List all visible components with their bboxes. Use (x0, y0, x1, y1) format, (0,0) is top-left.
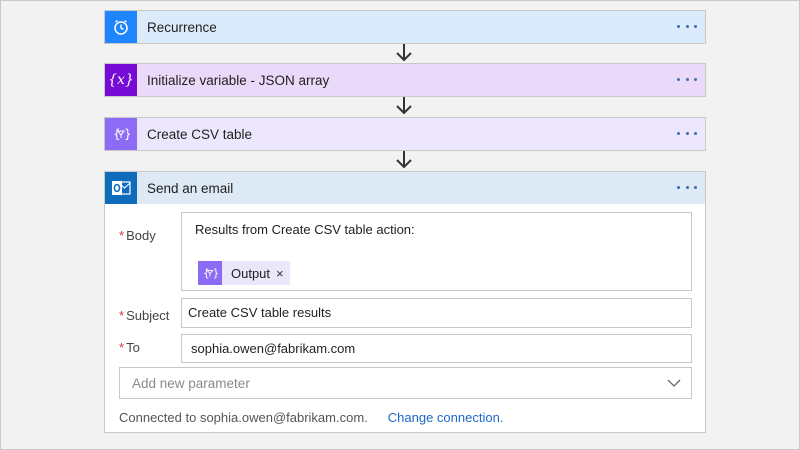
token-label: Output (231, 265, 271, 281)
step-send-email-header[interactable]: Send an email (105, 172, 705, 204)
required-marker: * (119, 228, 125, 243)
more-options-icon[interactable] (677, 18, 697, 34)
step-initialize-variable-header[interactable]: {x} Initialize variable - JSON array (105, 64, 705, 96)
svg-text:{: { (203, 268, 210, 280)
to-field[interactable]: sophia.owen@fabrikam.com (181, 334, 692, 363)
step-recurrence-header[interactable]: Recurrence (105, 11, 705, 43)
step-title: Recurrence (147, 19, 217, 35)
connection-info: Connected to sophia.owen@fabrikam.com. Ch… (119, 410, 503, 425)
body-text: Results from Create CSV table action: (195, 222, 415, 237)
add-parameter-placeholder: Add new parameter (132, 375, 250, 391)
more-options-icon[interactable] (677, 179, 697, 195)
variable-icon: {x} (105, 64, 137, 96)
flow-arrow-icon (394, 150, 414, 173)
step-title: Send an email (147, 180, 234, 196)
step-recurrence[interactable]: Recurrence (104, 10, 706, 44)
token-remove-icon[interactable]: × (276, 266, 284, 281)
svg-text:{: { (113, 127, 121, 141)
step-create-csv-table[interactable]: { } Create CSV table (104, 117, 706, 151)
connected-text: Connected to sophia.owen@fabrikam.com. (119, 410, 368, 425)
more-options-icon[interactable] (677, 71, 697, 87)
svg-text:}: } (124, 127, 130, 141)
required-marker: * (119, 308, 125, 323)
data-operation-icon: { } (105, 118, 137, 150)
required-marker: * (119, 340, 125, 355)
add-parameter-dropdown[interactable]: Add new parameter (119, 367, 692, 399)
to-value: sophia.owen@fabrikam.com (191, 341, 356, 356)
subject-value: Create CSV table results (188, 305, 332, 320)
to-label: * To (119, 340, 140, 355)
step-title: Create CSV table (147, 126, 253, 142)
step-create-csv-table-header[interactable]: { } Create CSV table (105, 118, 705, 150)
body-field[interactable]: Results from Create CSV table action: { … (181, 212, 692, 291)
subject-label: * Subject (119, 308, 170, 323)
email-form: * Body Results from Create CSV table acti… (105, 204, 705, 434)
body-label: * Body (119, 228, 156, 243)
subject-field[interactable]: Create CSV table results (181, 298, 692, 328)
step-title: Initialize variable - JSON array (147, 72, 330, 88)
outlook-icon (105, 172, 137, 204)
data-operation-icon: { } (198, 261, 222, 285)
chevron-down-icon (667, 376, 681, 393)
change-connection-link[interactable]: Change connection. (388, 410, 504, 425)
step-initialize-variable[interactable]: {x} Initialize variable - JSON array (104, 63, 706, 97)
output-token[interactable]: { } Output × (198, 261, 290, 285)
flow-arrow-icon (394, 96, 414, 119)
svg-text:}: } (213, 268, 218, 280)
clock-icon (105, 11, 137, 43)
more-options-icon[interactable] (677, 125, 697, 141)
step-send-email[interactable]: Send an email * Body Results from Create … (104, 171, 706, 433)
